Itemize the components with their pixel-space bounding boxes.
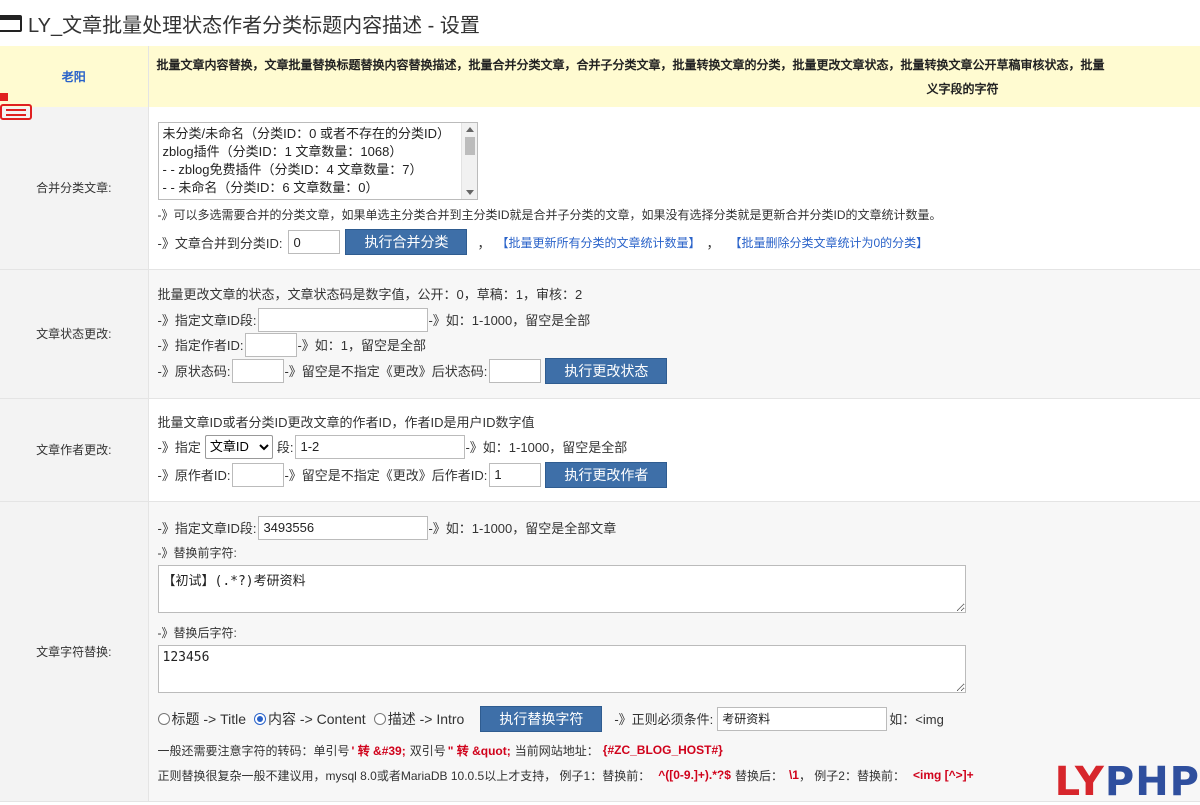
author-seg-hint: -》如：1-1000，留空是全部 [465, 437, 627, 456]
page-title: LY_文章批量处理状态作者分类标题内容描述 - 设置 [28, 9, 480, 38]
regex-example1-after: \1 [789, 768, 799, 782]
status-id-range-input[interactable] [258, 308, 428, 332]
category-option[interactable]: zblog插件（分类ID：1 文章数量：1068） [163, 143, 459, 161]
scroll-thumb[interactable] [465, 137, 475, 155]
single-quote-escape: ' 转 &#39; [352, 742, 406, 759]
double-quote-text: 双引号 [410, 742, 446, 759]
regex-after-text: 替换后： [735, 767, 783, 784]
separator: ， [706, 233, 719, 252]
double-quote-escape: " 转 &quot; [448, 742, 511, 759]
change-status-button[interactable]: 执行更改状态 [545, 358, 667, 384]
category-multiselect[interactable]: 未分类/未命名（分类ID：0 或者不存在的分类ID） zblog插件（分类ID：… [158, 122, 478, 200]
change-author-button[interactable]: 执行更改作者 [545, 462, 667, 488]
merge-section: 合并分类文章: 未分类/未命名（分类ID：0 或者不存在的分类ID） zblog… [0, 107, 1200, 269]
replace-button[interactable]: 执行替换字符 [480, 706, 602, 732]
author-intro: 批量文章ID或者分类ID更改文章的作者ID，作者ID是用户ID数字值 [158, 412, 1192, 431]
author-spec-label: -》指定 [158, 437, 201, 456]
regex-example1-before: ^([0-9.]+).*?$ [658, 768, 731, 782]
watermark-ly: LY [1055, 759, 1105, 805]
author-label: 文章作者更改: [0, 398, 148, 501]
scroll-up-arrow-icon[interactable] [466, 127, 474, 132]
status-id-label: -》指定文章ID段: [158, 310, 257, 329]
status-orig-hint: -》留空是不指定《更改》后状态码: [284, 361, 487, 380]
lyphp-watermark-logo: LYPHP [1055, 759, 1200, 805]
merge-target-input[interactable] [288, 230, 340, 254]
author-orig-hint: -》留空是不指定《更改》后作者ID: [284, 465, 487, 484]
regex-note: 正则替换很复杂一般不建议用，mysql 8.0或者MariaDB 10.0.5以… [158, 767, 651, 784]
site-url-text: 当前网站地址： [515, 742, 599, 759]
status-author-label: -》指定作者ID: [158, 335, 244, 354]
replace-label: 文章字符替换: [0, 501, 148, 801]
site-url-token: {#ZC_BLOG_HOST#} [603, 743, 723, 757]
radio-intro-label: 描述 -> Intro [388, 709, 465, 729]
window-title-bar: LY_文章批量处理状态作者分类标题内容描述 - 设置 [0, 0, 1200, 46]
replace-id-input[interactable] [258, 516, 428, 540]
status-new-input[interactable] [489, 359, 541, 383]
radio-circle-icon[interactable] [158, 713, 170, 725]
status-author-hint: -》如：1，留空是全部 [297, 335, 426, 354]
plugin-description: 批量文章内容替换，文章批量替换标题替换内容替换描述，批量合并分类文章，合并子分类… [148, 46, 1200, 107]
author-orig-input[interactable] [232, 463, 284, 487]
merge-target-label: -》文章合并到分类ID: [158, 233, 283, 252]
replace-id-label: -》指定文章ID段: [158, 518, 257, 537]
replace-id-hint: -》如：1-1000，留空是全部文章 [428, 518, 616, 537]
regex-hint: 如：<img [889, 709, 944, 728]
delete-empty-category-link[interactable]: 【批量删除分类文章统计为0的分类】 [730, 234, 929, 251]
author-section: 文章作者更改: 批量文章ID或者分类ID更改文章的作者ID，作者ID是用户ID数… [0, 398, 1200, 501]
radio-title[interactable]: 标题 -> Title [158, 709, 247, 729]
author-seg-input[interactable] [295, 435, 465, 459]
plugin-description-line2: 义字段的字符 [149, 77, 1200, 101]
regex-example2-text: ， 例子2：替换前： [799, 767, 905, 784]
regex-condition-input[interactable] [717, 707, 887, 731]
radio-intro[interactable]: 描述 -> Intro [374, 709, 465, 729]
status-author-input[interactable] [245, 333, 297, 357]
regex-label: -》正则必须条件: [614, 709, 713, 728]
author-new-input[interactable] [489, 463, 541, 487]
update-category-count-link[interactable]: 【批量更新所有分类的文章统计数量】 [496, 234, 700, 251]
author-orig-label: -》原作者ID: [158, 465, 231, 484]
side-tag-icon [0, 93, 34, 127]
merge-label: 合并分类文章: [0, 107, 148, 269]
replace-after-label: -》替换后字符: [158, 624, 1192, 641]
radio-content[interactable]: 内容 -> Content [254, 709, 366, 729]
status-label: 文章状态更改: [0, 269, 148, 398]
watermark-php: PHP [1105, 759, 1200, 805]
status-intro: 批量更改文章的状态，文章状态码是数字值，公开：0，草稿：1，审核：2 [158, 284, 1192, 303]
category-option[interactable]: - - zblog免费插件（分类ID：4 文章数量：7） [163, 161, 459, 179]
status-orig-label: -》原状态码: [158, 361, 231, 380]
id-type-select[interactable]: 文章ID [205, 435, 273, 459]
scroll-down-arrow-icon[interactable] [466, 190, 474, 195]
replace-section: 文章字符替换: -》指定文章ID段: -》如：1-1000，留空是全部文章 -》… [0, 501, 1200, 801]
plugin-description-line1: 批量文章内容替换，文章批量替换标题替换内容替换描述，批量合并分类文章，合并子分类… [149, 53, 1200, 77]
radio-content-label: 内容 -> Content [268, 709, 366, 729]
header-row: 老阳 批量文章内容替换，文章批量替换标题替换内容替换描述，批量合并分类文章，合并… [0, 46, 1200, 107]
listbox-scrollbar[interactable] [461, 123, 477, 199]
window-app-icon [0, 15, 22, 32]
status-id-hint: -》如：1-1000，留空是全部 [428, 310, 590, 329]
regex-example2-before: <img [^>]+ [913, 768, 974, 782]
replace-before-label: -》替换前字符: [158, 544, 1192, 561]
escape-note: 一般还需要注意字符的转码：单引号 [158, 742, 350, 759]
status-orig-input[interactable] [232, 359, 284, 383]
category-option[interactable]: - - 未命名（分类ID：6 文章数量：0） [163, 179, 459, 197]
author-seg-label: 段: [277, 437, 294, 456]
status-section: 文章状态更改: 批量更改文章的状态，文章状态码是数字值，公开：0，草稿：1，审核… [0, 269, 1200, 398]
category-option[interactable]: 未分类/未命名（分类ID：0 或者不存在的分类ID） [163, 125, 459, 143]
replace-after-textarea[interactable]: 123456 [158, 645, 966, 693]
replace-before-textarea[interactable]: 【初试】(.*?)考研资料 [158, 565, 966, 613]
radio-title-label: 标题 -> Title [172, 709, 247, 729]
merge-button[interactable]: 执行合并分类 [345, 229, 467, 255]
separator: ， [477, 233, 490, 252]
settings-table: 老阳 批量文章内容替换，文章批量替换标题替换内容替换描述，批量合并分类文章，合并… [0, 46, 1200, 802]
radio-circle-icon[interactable] [374, 713, 386, 725]
radio-checked-icon[interactable] [254, 713, 266, 725]
merge-note: -》可以多选需要合并的分类文章，如果单选主分类合并到主分类ID就是合并子分类的文… [158, 206, 1192, 223]
